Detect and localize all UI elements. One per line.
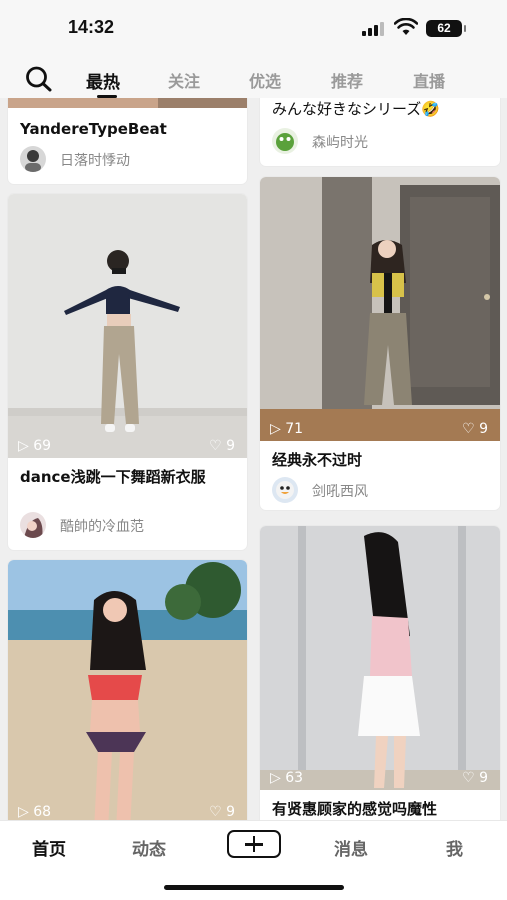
video-stats: ▷ 68 ♡ 9 (8, 800, 247, 820)
tab-live[interactable]: 直播 (413, 68, 445, 92)
video-title: 有贤惠顾家的感觉吗魔性 (272, 800, 438, 818)
video-feed[interactable]: YandereTypeBeat 日落时悸动 みんな好きなシリーズ🤣 森屿时光 ▷… (0, 98, 507, 820)
video-thumbnail (260, 526, 500, 790)
top-tab-bar: 最热 关注 优选 推荐 直播 (0, 58, 507, 98)
author-name: 森屿时光 (312, 135, 368, 151)
video-card[interactable]: ▷ 68 ♡ 9 (8, 560, 247, 820)
video-card[interactable]: YandereTypeBeat 日落时悸动 (8, 98, 247, 184)
play-count: ▷ 68 (18, 804, 52, 820)
author-name: 日落时悸动 (60, 153, 130, 169)
play-count: ▷ 71 (270, 421, 304, 437)
tab-hottest[interactable]: 最热 (86, 68, 120, 93)
play-count: ▷ 63 (270, 770, 304, 786)
nav-home[interactable]: 首页 (32, 835, 66, 860)
home-indicator (164, 885, 344, 890)
nav-me[interactable]: 我 (446, 835, 463, 860)
status-bar: 14:32 62 (0, 0, 507, 58)
avatar (20, 512, 46, 538)
avatar (272, 128, 298, 154)
author-name: 酷帥的冷血范 (60, 519, 144, 535)
video-title: YandereTypeBeat (20, 120, 167, 138)
tab-following[interactable]: 关注 (168, 68, 200, 92)
video-title: dance浅跳一下舞蹈新衣服 (20, 468, 206, 486)
video-title: みんな好きなシリーズ🤣 (272, 100, 440, 118)
author-name: 剑吼西风 (312, 484, 368, 500)
avatar (272, 477, 298, 503)
author-row[interactable]: 剑吼西风 (272, 477, 482, 503)
like-count: ♡ 9 (209, 438, 235, 454)
search-icon[interactable] (24, 65, 54, 93)
like-count: ♡ 9 (209, 804, 235, 820)
avatar (20, 146, 46, 172)
plus-icon[interactable] (227, 830, 281, 858)
video-stats: ▷ 69 ♡ 9 (8, 434, 247, 458)
video-thumbnail (8, 194, 247, 458)
status-time: 14:32 (68, 17, 115, 37)
video-card[interactable]: ▷ 69 ♡ 9 dance浅跳一下舞蹈新衣服 酷帥的冷血范 (8, 194, 247, 550)
video-thumbnail (8, 560, 247, 820)
wifi-icon (394, 18, 418, 35)
tab-recommended[interactable]: 推荐 (331, 68, 363, 92)
video-card[interactable]: みんな好きなシリーズ🤣 森屿时光 (260, 98, 500, 166)
video-stats: ▷ 71 ♡ 9 (260, 417, 500, 441)
battery-indicator: 62 (426, 20, 466, 37)
video-stats: ▷ 63 ♡ 9 (260, 766, 500, 790)
like-count: ♡ 9 (462, 421, 488, 437)
like-count: ♡ 9 (462, 770, 488, 786)
author-row[interactable]: 森屿时光 (272, 128, 482, 154)
author-row[interactable]: 日落时悸动 (20, 146, 230, 172)
play-count: ▷ 69 (18, 438, 52, 454)
tab-featured[interactable]: 优选 (249, 68, 281, 92)
nav-moments[interactable]: 动态 (132, 835, 166, 860)
video-card[interactable]: ▷ 63 ♡ 9 有贤惠顾家的感觉吗魔性 (260, 526, 500, 820)
nav-messages[interactable]: 消息 (334, 835, 368, 860)
video-title: 经典永不过时 (272, 451, 363, 469)
signal-icon (362, 22, 384, 36)
video-card[interactable]: ▷ 71 ♡ 9 经典永不过时 剑吼西风 (260, 177, 500, 510)
author-row[interactable]: 酷帥的冷血范 (20, 512, 230, 538)
video-thumbnail (8, 98, 247, 108)
video-thumbnail (260, 177, 500, 441)
